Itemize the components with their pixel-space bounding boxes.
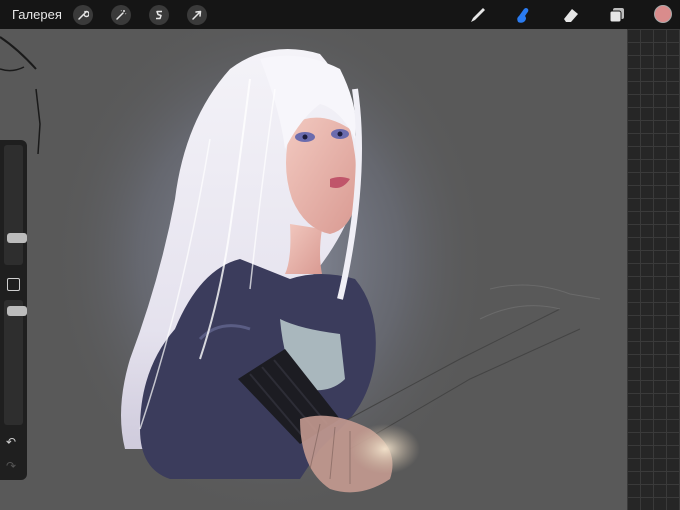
brush-size-thumb[interactable]	[7, 233, 27, 243]
opacity-thumb[interactable]	[7, 306, 27, 316]
modify-square-icon[interactable]	[7, 278, 20, 291]
selection-s-icon	[156, 10, 162, 20]
selection-button[interactable]	[149, 5, 169, 25]
smudge-finger-icon	[517, 8, 529, 23]
eraser-tool-button[interactable]	[561, 5, 581, 25]
eraser-icon	[564, 9, 578, 22]
drawing-canvas[interactable]	[0, 29, 627, 510]
left-sidebar: ↶ ↷	[0, 140, 27, 480]
redo-icon[interactable]: ↷	[6, 460, 16, 472]
opacity-slider[interactable]	[4, 300, 27, 425]
brush-size-slider[interactable]	[4, 145, 27, 265]
layers-button[interactable]	[607, 5, 627, 25]
smudge-tool-button[interactable]	[513, 5, 533, 25]
layers-icon	[609, 8, 624, 23]
transform-button[interactable]	[187, 5, 207, 25]
arrow-cursor-icon	[192, 10, 202, 20]
adjustments-button[interactable]	[111, 5, 131, 25]
color-picker-button[interactable]	[654, 5, 672, 23]
brush-icon	[471, 8, 485, 22]
artwork	[0, 29, 601, 510]
top-toolbar: Галерея	[0, 0, 680, 29]
undo-icon[interactable]: ↶	[6, 436, 16, 448]
wrench-icon	[78, 10, 89, 20]
gallery-button[interactable]: Галерея	[12, 7, 62, 22]
magic-wand-icon	[116, 10, 127, 20]
brush-tool-button[interactable]	[468, 5, 488, 25]
actions-button[interactable]	[73, 5, 93, 25]
reference-grid-panel	[627, 29, 680, 510]
